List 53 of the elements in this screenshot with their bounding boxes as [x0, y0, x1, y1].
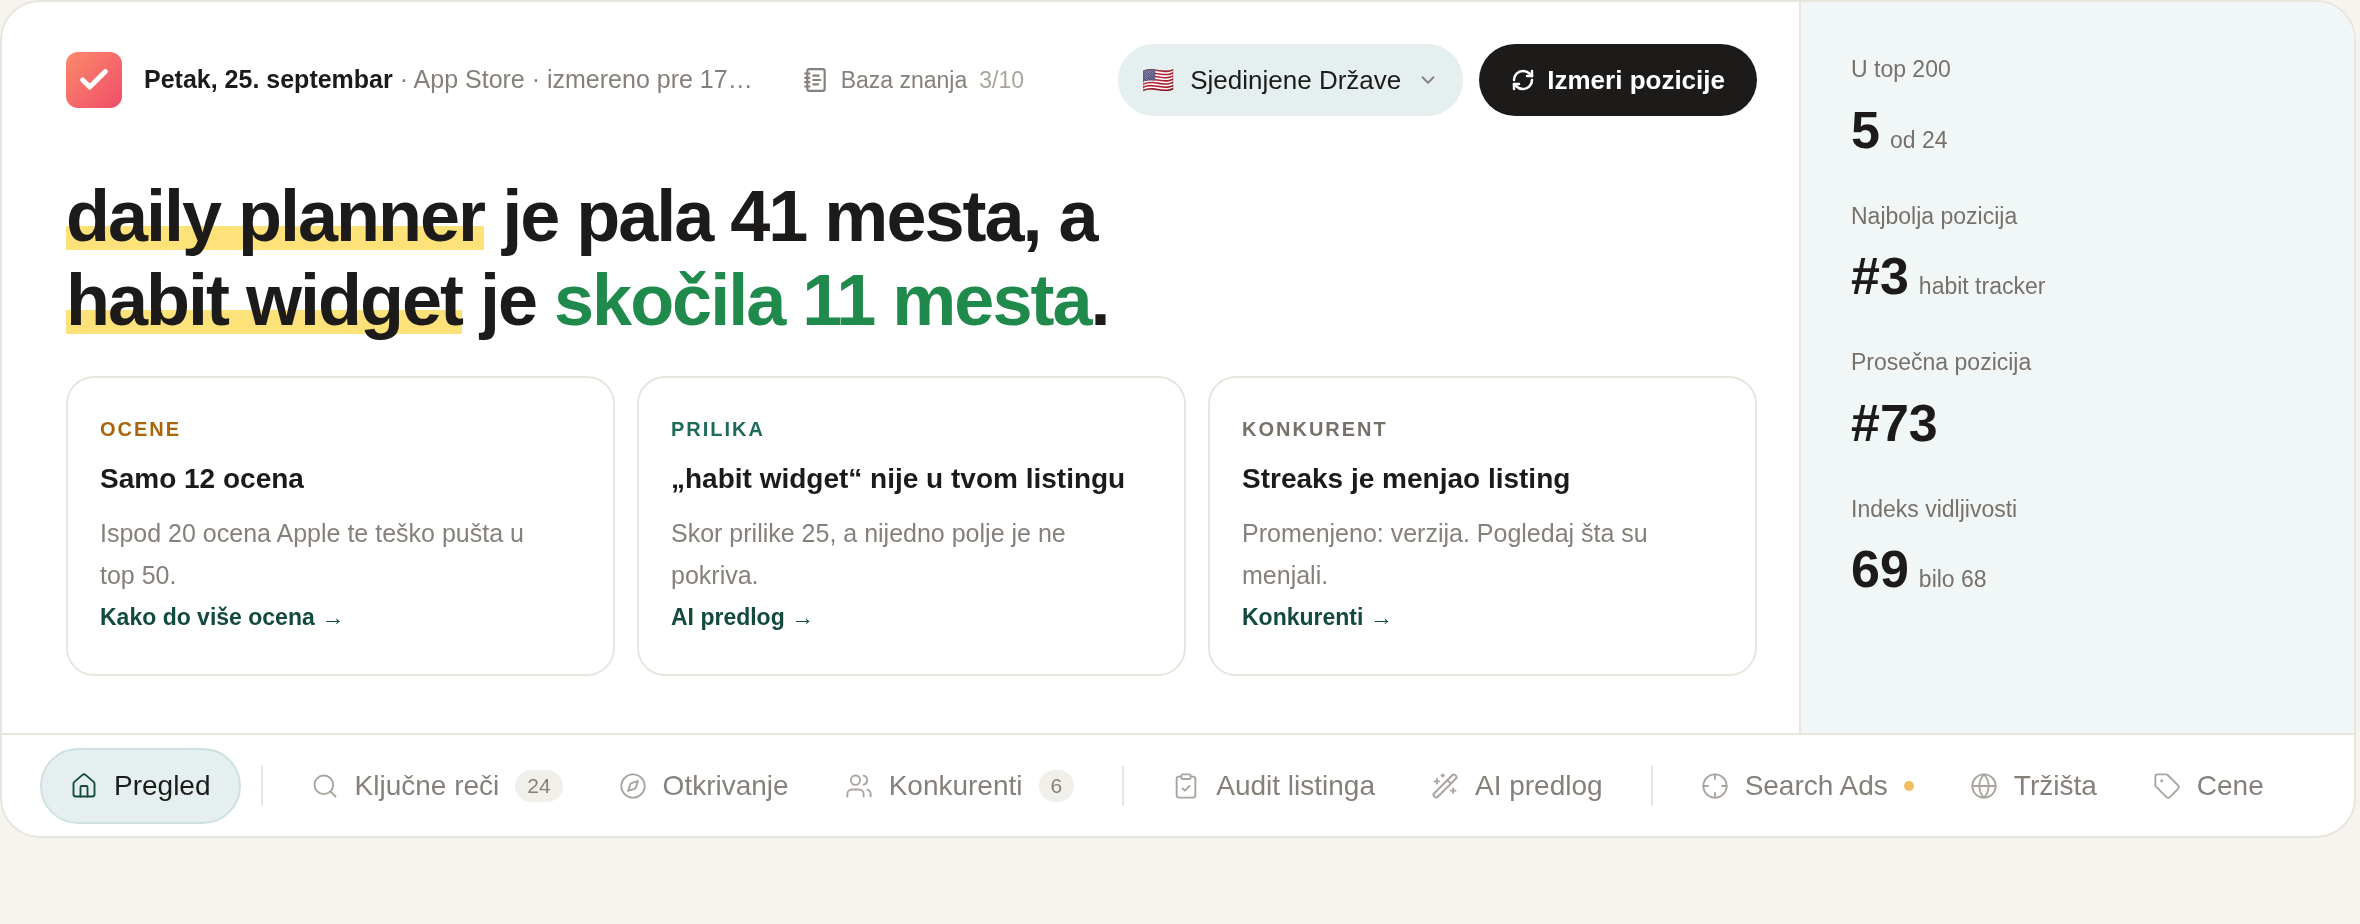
refresh-icon: [1511, 68, 1536, 92]
nav-tab[interactable]: Cene: [2124, 747, 2292, 824]
country-selector[interactable]: 🇺🇸 Sjedinjene Države: [1118, 44, 1464, 116]
count-badge: 6: [1038, 769, 1075, 802]
date-text: Petak, 25. septembar: [144, 64, 393, 96]
nav-tab[interactable]: Otkrivanje: [590, 747, 817, 824]
nav-tab[interactable]: Tržišta: [1941, 747, 2125, 824]
measure-positions-button[interactable]: Izmeri pozicije: [1479, 44, 1757, 116]
stat-value: 69: [1851, 540, 1909, 598]
compass-icon: [618, 771, 647, 800]
count-badge: 24: [515, 769, 563, 802]
stat-label: U top 200: [1851, 55, 1952, 84]
stat-value: #3: [1851, 247, 1909, 305]
stat-value: #73: [1851, 393, 1938, 452]
headline-text: .: [1090, 260, 1109, 340]
card-description: Promenjeno: verzija. Pogledaj šta su menjali.: [1242, 518, 1649, 591]
accent-phrase: skočila 11 mesta: [554, 260, 1091, 340]
notebook-icon: [802, 67, 829, 93]
tag-icon: [2152, 771, 2181, 800]
card-link[interactable]: Kako do više ocena →: [100, 599, 581, 634]
stat-value: 5: [1851, 100, 1880, 159]
stat-note: habit tracker: [1918, 272, 2046, 301]
card-category: PRILIKA: [671, 417, 766, 442]
nav-tab[interactable]: Search Ads: [1672, 747, 1942, 824]
magic-wand-icon: [1431, 771, 1459, 800]
card-link[interactable]: Konkurenti →: [1242, 599, 1723, 634]
nav-tab[interactable]: Ključne reči 24: [282, 747, 591, 824]
knowledge-base-label[interactable]: Baza znanja: [840, 62, 968, 98]
app-icon: [66, 52, 122, 108]
measurement-meta: · App Store · izmereno pre 17…: [398, 64, 753, 96]
crosshair-icon: [1700, 771, 1729, 800]
headline-text: je: [478, 260, 538, 340]
card-description: Skor prilike 25, a nijedno polje je ne pokriva.: [671, 518, 1067, 591]
card-link[interactable]: AI predlog →: [671, 599, 1152, 634]
stat-label: Najbolja pozicija: [1851, 201, 2019, 231]
headline-text: je pala 41 mesta, a: [500, 176, 1097, 256]
nav-tab[interactable]: Konkurenti 6: [816, 747, 1103, 824]
house-icon: [70, 771, 98, 800]
stat-label: Indeks vidljivosti: [1851, 494, 2019, 524]
stat-note: od 24: [1889, 125, 1948, 155]
stat-note: bilo 68: [1918, 565, 1987, 594]
card-title: Samo 12 ocena: [100, 462, 305, 496]
card-title: „habit widget“ nije u tvom listingu: [671, 462, 1127, 496]
nav-tab[interactable]: AI predlog: [1403, 747, 1631, 824]
globe-icon: [1969, 771, 1998, 800]
nav-tab[interactable]: Pregled: [40, 747, 241, 824]
nav-tab[interactable]: Audit listinga: [1144, 747, 1403, 824]
knowledge-base-count: 3/10: [979, 65, 1024, 95]
card-title: Streaks je menjao listing: [1242, 462, 1572, 496]
stat-label: Prosečna pozicija: [1851, 348, 2033, 377]
card-category: OCENE: [100, 417, 183, 442]
card-description: Ispod 20 ocena Apple te teško pušta u top 50.: [100, 518, 525, 591]
card-category: KONKURENT: [1242, 417, 1389, 442]
